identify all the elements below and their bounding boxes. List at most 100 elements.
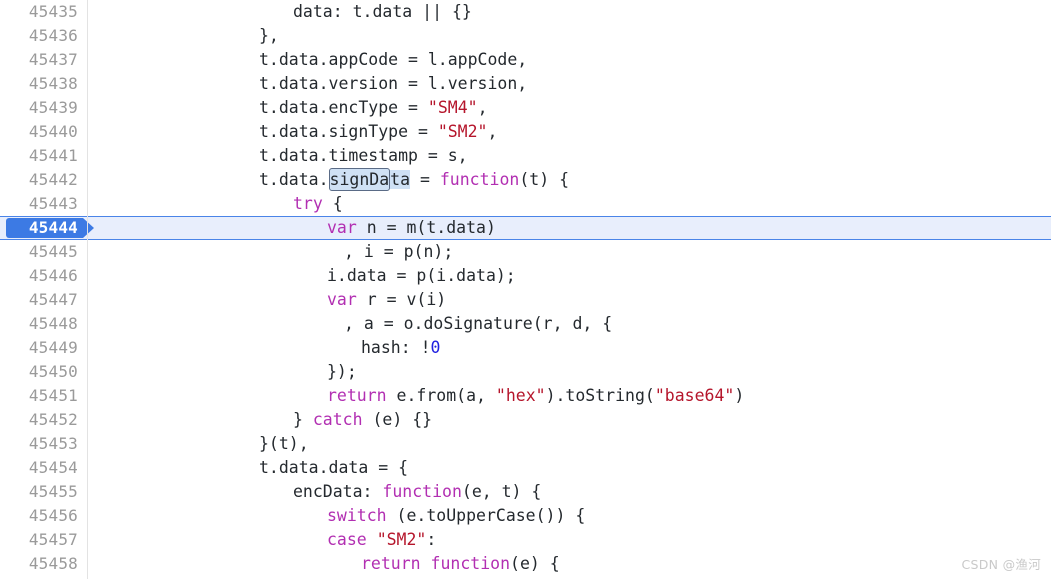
token-plain: (t) { — [519, 170, 569, 189]
code-line[interactable]: 45458 return function(e) { — [0, 552, 1051, 576]
code-line-text[interactable]: return e.from(a, "hex").toString("base64… — [327, 384, 744, 408]
line-number[interactable]: 45456 — [0, 504, 78, 528]
token-plain: ) — [734, 386, 745, 405]
code-line-text[interactable]: }, — [259, 24, 279, 48]
code-line[interactable]: 45443 try { — [0, 192, 1051, 216]
code-line-text[interactable]: t.data.version = l.version, — [259, 72, 527, 96]
token-kw: try — [293, 194, 323, 213]
code-line-text[interactable]: , a = o.doSignature(r, d, { — [344, 312, 612, 336]
code-line[interactable]: 45454 t.data.data = { — [0, 456, 1051, 480]
line-number[interactable]: 45447 — [0, 288, 78, 312]
code-line[interactable]: 45438 t.data.version = l.version, — [0, 72, 1051, 96]
code-editor[interactable]: 45435 data: t.data || {} 45436}, 45437 t.dat… — [0, 0, 1051, 579]
line-number[interactable]: 45435 — [0, 0, 78, 24]
line-number[interactable]: 45451 — [0, 384, 78, 408]
code-line[interactable]: 45440 t.data.signType = "SM2", — [0, 120, 1051, 144]
token-plain: { — [322, 194, 343, 213]
code-line-text[interactable]: case "SM2": — [327, 528, 436, 552]
line-number[interactable]: 45458 — [0, 552, 78, 576]
token-kw: switch — [327, 506, 387, 525]
code-line[interactable]: 45456 switch (e.toUpperCase()) { — [0, 504, 1051, 528]
code-line[interactable]: 45451 return e.from(a, "hex").toString("b… — [0, 384, 1051, 408]
code-line-text[interactable]: t.data.encType = "SM4", — [259, 96, 488, 120]
line-number[interactable]: 45441 — [0, 144, 78, 168]
code-line[interactable]: 45435 data: t.data || {} — [0, 0, 1051, 24]
token-plain: t.data.signType = — [259, 122, 438, 141]
watermark: CSDN @渔河 — [961, 557, 1041, 572]
line-number[interactable]: 45452 — [0, 408, 78, 432]
token-str: "SM4" — [427, 98, 478, 117]
code-line-text[interactable]: var n = m(t.data) — [327, 216, 496, 240]
code-line[interactable]: 45446 i.data = p(i.data); — [0, 264, 1051, 288]
token-plain: t.data.version = l.version, — [259, 74, 528, 93]
code-line[interactable]: 45447 var r = v(i) — [0, 288, 1051, 312]
token-plain: t.data. — [259, 170, 329, 189]
line-number[interactable]: 45438 — [0, 72, 78, 96]
token-plain: (e, t) { — [461, 482, 542, 501]
code-line[interactable]: 45436}, — [0, 24, 1051, 48]
code-line[interactable]: 45453 }(t), — [0, 432, 1051, 456]
code-line-text[interactable]: switch (e.toUpperCase()) { — [327, 504, 585, 528]
line-number[interactable]: 45442 — [0, 168, 78, 192]
code-line-text[interactable]: i.data = p(i.data); — [327, 264, 516, 288]
code-line[interactable]: 45448 , a = o.doSignature(r, d, { — [0, 312, 1051, 336]
line-number[interactable]: 45444 — [0, 216, 78, 240]
code-line-text[interactable]: return function(e) { — [361, 552, 560, 576]
code-line-text[interactable]: data: t.data || {} — [293, 0, 472, 24]
token-kw: var — [327, 290, 357, 309]
token-plain: n = m(t.data) — [356, 218, 496, 237]
line-number[interactable]: 45445 — [0, 240, 78, 264]
line-number[interactable]: 45453 — [0, 432, 78, 456]
line-number[interactable]: 45439 — [0, 96, 78, 120]
code-line-text[interactable]: t.data.appCode = l.appCode, — [259, 48, 527, 72]
code-line[interactable]: 45442 t.data.signData = function(t) { — [0, 168, 1051, 192]
token-plain: t.data.encType = — [259, 98, 428, 117]
code-line-text[interactable]: , i = p(n); — [344, 240, 453, 264]
token-plain: e.from(a, — [386, 386, 496, 405]
token-plain: r = v(i) — [356, 290, 447, 309]
code-line[interactable]: 45450}); — [0, 360, 1051, 384]
code-line-text[interactable]: try { — [293, 192, 343, 216]
token-plain: (e.toUpperCase()) { — [386, 506, 586, 525]
line-number[interactable]: 45436 — [0, 24, 78, 48]
code-line-text[interactable]: } catch (e) {} — [293, 408, 432, 432]
code-line[interactable]: 45441 t.data.timestamp = s, — [0, 144, 1051, 168]
code-line[interactable]: 45445 , i = p(n); — [0, 240, 1051, 264]
token-plain: t.data.appCode = l.appCode, — [259, 50, 528, 69]
line-number[interactable]: 45437 — [0, 48, 78, 72]
code-line-text[interactable]: var r = v(i) — [327, 288, 446, 312]
code-line-text[interactable]: t.data.signType = "SM2", — [259, 120, 497, 144]
code-line[interactable]: 45457 case "SM2": — [0, 528, 1051, 552]
code-line-text[interactable]: encData: function(e, t) { — [293, 480, 541, 504]
token-kw: case — [327, 530, 367, 549]
code-line-text[interactable]: }(t), — [259, 432, 309, 456]
code-line-text[interactable]: t.data.data = { — [259, 456, 408, 480]
code-line-text[interactable]: t.data.timestamp = s, — [259, 144, 468, 168]
token-num: 0 — [430, 338, 441, 357]
token-plain: , — [477, 98, 488, 117]
token-kw: function — [382, 482, 462, 501]
line-number[interactable]: 45457 — [0, 528, 78, 552]
line-number[interactable]: 45446 — [0, 264, 78, 288]
line-number[interactable]: 45448 — [0, 312, 78, 336]
code-line[interactable]: 45444 var n = m(t.data) — [0, 216, 1051, 240]
line-number[interactable]: 45454 — [0, 456, 78, 480]
code-line-text[interactable]: t.data.signData = function(t) { — [259, 168, 569, 192]
code-line[interactable]: 45455 encData: function(e, t) { — [0, 480, 1051, 504]
line-number[interactable]: 45450 — [0, 360, 78, 384]
code-line[interactable]: 45437 t.data.appCode = l.appCode, — [0, 48, 1051, 72]
token-plain: }(t), — [259, 434, 309, 453]
token-plain: i.data = p(i.data); — [327, 266, 516, 285]
line-number[interactable]: 45449 — [0, 336, 78, 360]
line-number[interactable]: 45443 — [0, 192, 78, 216]
code-line[interactable]: 45452 } catch (e) {} — [0, 408, 1051, 432]
line-number[interactable]: 45440 — [0, 120, 78, 144]
code-line-text[interactable]: }); — [327, 360, 357, 384]
token-plain: data: t.data || {} — [293, 2, 472, 21]
token-str: "hex" — [495, 386, 546, 405]
code-line[interactable]: 45449 hash: !0 — [0, 336, 1051, 360]
line-number[interactable]: 45455 — [0, 480, 78, 504]
code-line-text[interactable]: hash: !0 — [361, 336, 440, 360]
code-line[interactable]: 45439 t.data.encType = "SM4", — [0, 96, 1051, 120]
token-plain: }); — [327, 362, 357, 381]
